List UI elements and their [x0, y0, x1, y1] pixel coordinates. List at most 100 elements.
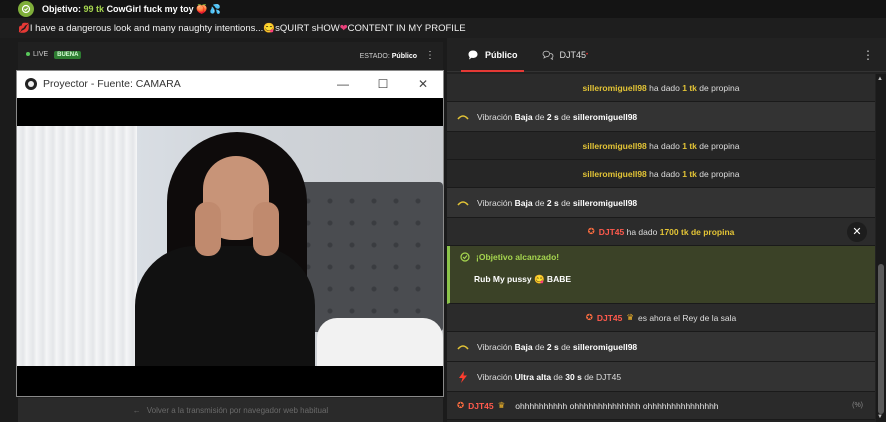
vib-secs: 30 s — [565, 371, 582, 382]
live-label: LIVE — [33, 51, 49, 58]
vib-user[interactable]: silleromiguell98 — [573, 342, 637, 352]
star-badge-icon: ✪ — [585, 312, 593, 322]
tab-djt45[interactable]: DJT45 • — [530, 38, 601, 72]
tip-amount: 1 tk — [682, 168, 697, 179]
chat-panel: Público DJT45 • ⋮ silleromiguell98 ha dad… — [447, 38, 886, 422]
vib-de2: de — [561, 341, 571, 352]
close-button[interactable]: ✕ — [403, 71, 443, 97]
quality-badge: BUENA — [54, 51, 82, 59]
tip-suffix: de propina — [699, 168, 740, 179]
vib-prefix: Vibración — [477, 341, 513, 352]
username[interactable]: silleromiguell98 — [583, 83, 647, 93]
star-badge-icon: ✪ — [587, 226, 595, 236]
tip-text: ha dado — [649, 168, 680, 179]
vib-de: de — [535, 197, 545, 208]
curtain — [17, 126, 137, 366]
tip-suffix: de propina — [690, 226, 735, 237]
report-flag-icon[interactable]: (%) — [852, 402, 863, 409]
projector-window: Proyector - Fuente: CAMARA — ☐ ✕ — [16, 70, 444, 397]
list-item: ✪ DJT45 ♛ es ahora el Rey de la sala — [447, 304, 875, 332]
goal-prefix: Objetivo: — [42, 3, 82, 14]
window-controls: — ☐ ✕ — [323, 71, 443, 97]
private-chat-icon — [542, 50, 553, 60]
vib-level: Baja — [514, 197, 533, 208]
vib-de: de — [553, 371, 563, 382]
live-status: LIVE BUENA — [26, 51, 82, 59]
chat-scrollbar[interactable]: ▲ ▼ — [876, 74, 886, 422]
video-frame — [17, 126, 443, 366]
tab-public[interactable]: Público — [455, 38, 530, 72]
goal-bar: Objetivo: 99 tk CowGirl fuck my toy 🍑 💦 — [0, 0, 886, 18]
list-item: Vibración Ultra alta de 30 s de DJT45 — [447, 362, 875, 392]
tip-text: ha dado — [626, 226, 658, 237]
goal-badge-icon — [18, 1, 34, 17]
vib-de: de — [535, 341, 545, 352]
person-body — [135, 246, 315, 366]
projector-titlebar[interactable]: Proyector - Fuente: CAMARA — ☐ ✕ — [17, 71, 443, 97]
tip-text: ha dado — [649, 140, 680, 151]
tab-djt45-label: DJT45 — [559, 49, 587, 60]
crown-icon: ♛ — [497, 400, 506, 410]
subject-text-1: I have a dangerous look and many naughty… — [29, 22, 264, 34]
projector-title: Proyector - Fuente: CAMARA — [43, 78, 181, 90]
tip-text: ha dado — [649, 82, 680, 93]
close-icon[interactable]: ✕ — [847, 221, 867, 242]
goal-tokens: 99 tk — [83, 3, 105, 14]
goal-reached-notice: ¡Objetivo alcanzado! Rub My pussy 😋 BABE — [447, 246, 875, 304]
chat-messages: silleromiguell98 ha dado 1 tk de propina… — [447, 74, 875, 422]
star-badge-icon: ✪ — [457, 400, 465, 410]
goal-text: Objetivo: 99 tk CowGirl fuck my toy 🍑 💦 — [42, 4, 221, 15]
chat-bubble-icon — [468, 50, 478, 59]
stream-menu-button[interactable]: ⋮ — [425, 50, 435, 61]
list-item: Vibración Baja de 2 s de silleromiguell9… — [447, 332, 875, 362]
vib-de2: de — [561, 111, 571, 122]
back-arrow-icon: ← — [132, 405, 141, 415]
camera-video — [17, 98, 443, 396]
unread-dot: • — [586, 51, 589, 58]
subject-text-3: CONTENT IN MY PROFILE — [347, 22, 466, 34]
vib-level: Ultra alta — [514, 371, 552, 382]
vib-prefix: Vibración — [477, 111, 513, 122]
username[interactable]: silleromiguell98 — [583, 169, 647, 179]
username[interactable]: DJT45 — [468, 401, 494, 411]
minimize-button[interactable]: — — [323, 71, 363, 97]
estado-status: ESTADO: Público ⋮ — [360, 50, 435, 61]
tab-public-label: Público — [485, 49, 518, 60]
vib-user[interactable]: silleromiguell98 — [573, 112, 637, 122]
vibration-icon — [457, 200, 469, 206]
vib-de: de — [535, 111, 545, 122]
tip-suffix: de propina — [699, 82, 740, 93]
room-subject: 💋 I have a dangerous look and many naugh… — [0, 18, 886, 38]
username[interactable]: DJT45 — [599, 227, 625, 237]
vib-secs: 2 s — [546, 111, 559, 122]
live-dot-icon — [26, 52, 30, 57]
lightning-icon — [459, 370, 467, 383]
obs-logo-icon — [25, 78, 37, 90]
scroll-up-icon[interactable]: ▲ — [877, 76, 883, 82]
vib-user[interactable]: silleromiguell98 — [573, 198, 637, 208]
stream-header: LIVE BUENA ESTADO: Público ⋮ — [18, 42, 443, 68]
back-text: Volver a la transmisión por navegador we… — [146, 405, 329, 415]
estado-label: ESTADO: — [359, 52, 390, 60]
back-to-browser-button[interactable]: ← Volver a la transmisión por navegador … — [18, 398, 443, 422]
list-item: Vibración Baja de 2 s de silleromiguell9… — [447, 188, 875, 218]
maximize-button[interactable]: ☐ — [363, 71, 403, 97]
username[interactable]: silleromiguell98 — [583, 141, 647, 151]
vib-level: Baja — [514, 111, 533, 122]
vib-prefix: Vibración — [477, 371, 513, 382]
chat-text: ohhhhhhhhhh ohhhhhhhhhhhhhh ohhhhhhhhhhh… — [515, 400, 719, 411]
vib-user[interactable]: DJT45 — [596, 372, 621, 382]
list-item: Vibración Baja de 2 s de silleromiguell9… — [447, 102, 875, 132]
tip-suffix: de propina — [699, 140, 740, 151]
right-hand — [253, 202, 279, 256]
scroll-down-icon[interactable]: ▼ — [877, 414, 883, 420]
vib-de2: de — [584, 371, 594, 382]
king-text: es ahora el Rey de la sala — [637, 312, 737, 323]
goal-reached-title: ¡Objetivo alcanzado! — [476, 252, 560, 262]
username[interactable]: DJT45 — [597, 313, 623, 323]
scroll-thumb[interactable] — [878, 264, 884, 414]
chat-menu-button[interactable]: ⋮ — [862, 48, 874, 62]
list-item: silleromiguell98 ha dado 1 tk de propina — [447, 160, 875, 188]
goal-description: CowGirl fuck my toy 🍑 💦 — [106, 3, 221, 14]
vib-prefix: Vibración — [477, 197, 513, 208]
